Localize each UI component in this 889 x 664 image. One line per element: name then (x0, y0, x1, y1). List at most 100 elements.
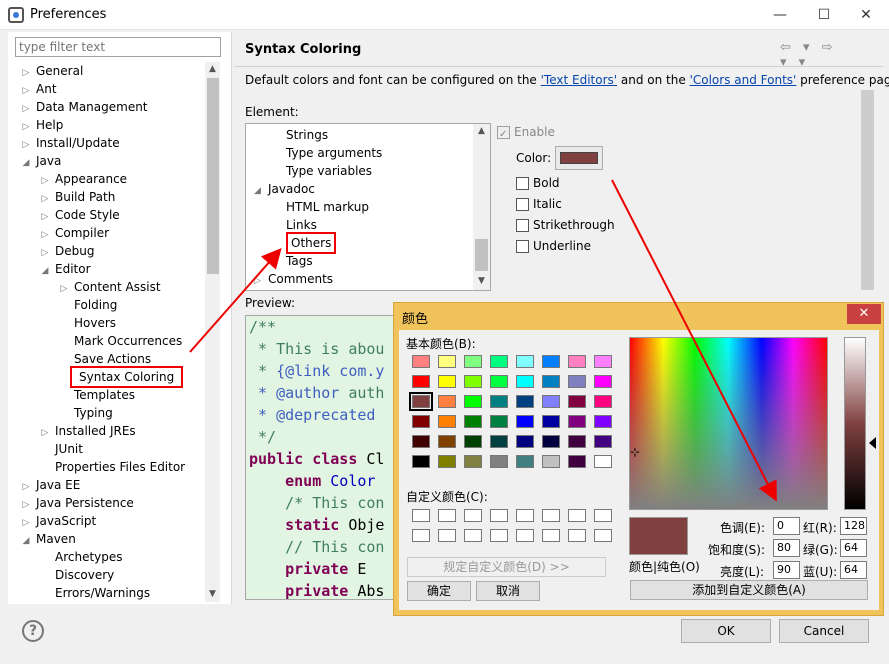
custom-color-swatch[interactable] (594, 509, 612, 522)
element-item[interactable]: Strings (286, 126, 328, 144)
define-custom-colors-button[interactable]: 规定自定义颜色(D) >> (407, 557, 606, 577)
collapsed-arrow-icon[interactable]: ▷ (254, 272, 268, 290)
luminance-bar[interactable] (844, 337, 866, 510)
basic-color-swatch[interactable] (594, 375, 612, 388)
tree-item[interactable]: ▷ Ant (20, 80, 61, 98)
basic-color-swatch[interactable] (464, 415, 482, 428)
maximize-button[interactable]: ☐ (804, 0, 844, 30)
hue-input[interactable]: 0 (773, 517, 800, 535)
scroll-up-icon[interactable]: ▲ (205, 62, 220, 77)
ok-button[interactable]: OK (681, 619, 771, 643)
tree-item[interactable]: ▷ Help (20, 116, 67, 134)
tree-item[interactable]: ▷ Data Management (20, 98, 152, 116)
custom-color-swatch[interactable] (464, 509, 482, 522)
tree-item[interactable]: ▷ Debug (39, 242, 98, 260)
basic-color-swatch[interactable] (542, 395, 560, 408)
tree-item[interactable]: ▷ JavaScript (20, 512, 100, 530)
basic-color-swatch[interactable] (568, 375, 586, 388)
basic-color-swatch[interactable] (412, 375, 430, 388)
element-item[interactable]: ▷ Comments (254, 270, 333, 288)
tree-item[interactable]: ▷ Content Assist (58, 278, 165, 296)
basic-color-swatch[interactable] (490, 375, 508, 388)
element-item[interactable]: ◢ Javadoc (254, 180, 315, 198)
custom-color-swatch[interactable] (542, 509, 560, 522)
element-item[interactable]: Type arguments (286, 144, 382, 162)
close-button[interactable]: ✕ (846, 0, 886, 30)
scroll-down-icon[interactable]: ▼ (474, 274, 489, 289)
color-picker-button[interactable] (555, 146, 603, 170)
basic-color-swatch[interactable] (412, 415, 430, 428)
scroll-down-icon[interactable]: ▼ (205, 587, 220, 602)
custom-color-swatch[interactable] (568, 529, 586, 542)
basic-color-swatch[interactable] (542, 455, 560, 468)
basic-color-swatch[interactable] (516, 455, 534, 468)
custom-color-swatch[interactable] (412, 529, 430, 542)
tree-item[interactable]: ▷ General (20, 62, 87, 80)
basic-color-swatch[interactable] (409, 392, 433, 411)
scroll-up-icon[interactable]: ▲ (474, 124, 489, 139)
basic-color-swatch[interactable] (594, 355, 612, 368)
tree-item[interactable]: Typing (58, 404, 117, 422)
custom-color-swatch[interactable] (516, 529, 534, 542)
scroll-thumb[interactable] (475, 239, 488, 271)
green-input[interactable]: 64 (840, 539, 867, 557)
basic-color-swatch[interactable] (438, 455, 456, 468)
basic-color-swatch[interactable] (490, 355, 508, 368)
blue-input[interactable]: 64 (840, 561, 867, 579)
tree-item[interactable]: ▷ Java Persistence (20, 494, 138, 512)
basic-color-swatch[interactable] (438, 355, 456, 368)
basic-color-swatch[interactable] (568, 395, 586, 408)
element-item[interactable]: Type variables (286, 162, 372, 180)
tree-item[interactable]: Templates (58, 386, 139, 404)
minimize-button[interactable]: — (760, 0, 800, 30)
basic-color-swatch[interactable] (568, 455, 586, 468)
expanded-arrow-icon[interactable]: ◢ (20, 154, 32, 172)
custom-color-swatch[interactable] (542, 529, 560, 542)
basic-color-swatch[interactable] (490, 395, 508, 408)
custom-color-swatch[interactable] (412, 509, 430, 522)
basic-color-swatch[interactable] (516, 415, 534, 428)
dialog-ok-button[interactable]: 确定 (407, 581, 471, 601)
tree-item[interactable]: ◢ Maven (20, 530, 80, 548)
tree-item[interactable]: ▷ Build Path (39, 188, 119, 206)
strikethrough-checkbox[interactable]: Strikethrough (516, 216, 615, 234)
basic-color-swatch[interactable] (490, 435, 508, 448)
basic-color-swatch[interactable] (516, 355, 534, 368)
expanded-arrow-icon[interactable]: ◢ (20, 532, 32, 550)
tree-item[interactable]: ◢ Java (20, 152, 65, 170)
basic-color-swatch[interactable] (542, 435, 560, 448)
color-spectrum[interactable] (629, 337, 828, 510)
basic-color-swatch[interactable] (594, 455, 612, 468)
cancel-button[interactable]: Cancel (779, 619, 869, 643)
tree-item[interactable]: JUnit (39, 440, 87, 458)
tree-scrollbar[interactable]: ▲ ▼ (205, 62, 220, 602)
tree-item[interactable]: ◢ Editor (39, 260, 95, 278)
help-icon[interactable]: ? (22, 620, 44, 642)
red-input[interactable]: 128 (840, 517, 867, 535)
expanded-arrow-icon[interactable]: ◢ (39, 262, 51, 280)
colors-fonts-link[interactable]: 'Colors and Fonts' (690, 73, 797, 87)
element-item[interactable]: Others (286, 232, 337, 254)
scroll-thumb[interactable] (861, 90, 874, 290)
basic-color-swatch[interactable] (412, 435, 430, 448)
custom-color-swatch[interactable] (568, 509, 586, 522)
tree-item[interactable]: ▷ Install/Update (20, 134, 124, 152)
tree-item[interactable]: Syntax Coloring (58, 366, 184, 388)
sat-input[interactable]: 80 (773, 539, 800, 557)
tree-item[interactable]: Folding (58, 296, 121, 314)
basic-color-swatch[interactable] (542, 355, 560, 368)
custom-color-swatch[interactable] (594, 529, 612, 542)
element-item[interactable]: HTML markup (286, 198, 369, 216)
basic-color-swatch[interactable] (438, 395, 456, 408)
basic-color-swatch[interactable] (412, 455, 430, 468)
basic-color-swatch[interactable] (542, 415, 560, 428)
tree-item[interactable]: Mark Occurrences (58, 332, 186, 350)
filter-input[interactable] (15, 37, 221, 57)
tree-item[interactable]: Archetypes (39, 548, 127, 566)
history-nav-icons[interactable]: ⇦ ▾ ⇨ ▾ ▾ (780, 40, 850, 70)
custom-color-swatch[interactable] (438, 509, 456, 522)
basic-color-swatch[interactable] (542, 375, 560, 388)
basic-color-swatch[interactable] (594, 415, 612, 428)
basic-color-swatch[interactable] (464, 375, 482, 388)
tree-item[interactable]: ▷ Code Style (39, 206, 124, 224)
